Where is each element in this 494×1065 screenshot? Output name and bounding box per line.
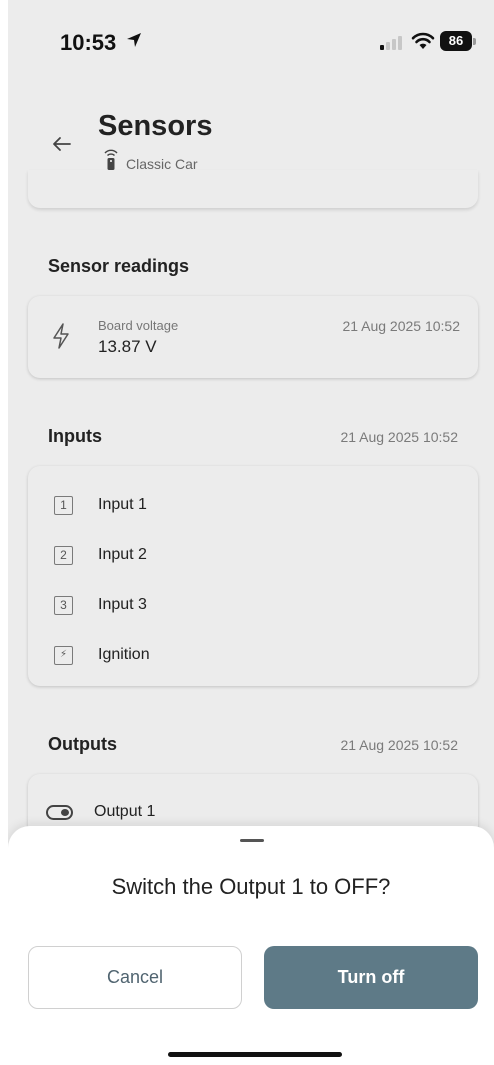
sensor-card: Board voltage 13.87 V 21 Aug 2025 10:52: [28, 296, 478, 378]
list-item: 3 Input 3: [28, 586, 478, 626]
inputs-card: 1 Input 1 2 Input 2 3 Input 3 ⚡ Ignition: [28, 466, 478, 686]
sheet-drag-handle[interactable]: [240, 839, 264, 842]
board-voltage-value: 13.87 V: [98, 337, 157, 356]
dialog-question: Switch the Output 1 to OFF?: [111, 874, 391, 899]
input-3-icon: 3: [54, 596, 73, 615]
battery-indicator: 86: [440, 31, 472, 51]
list-item: 2 Input 2: [28, 536, 478, 576]
list-item: 1 Input 1: [28, 486, 478, 526]
cancel-button[interactable]: Cancel: [28, 946, 242, 1009]
toggle-icon[interactable]: [46, 805, 73, 820]
app-screen: 10:53 86 Sensors Classic Car Sensor read…: [8, 0, 494, 1065]
input-label: Input 2: [98, 546, 147, 563]
back-arrow-icon[interactable]: [48, 130, 76, 158]
input-label: Input 1: [98, 496, 147, 513]
inputs-title: Inputs: [48, 426, 102, 446]
status-bar: 10:53 86: [8, 0, 494, 80]
output-1-label[interactable]: Output 1: [94, 803, 155, 821]
confirm-bottom-sheet: Switch the Output 1 to OFF? Cancel Turn …: [8, 826, 494, 1065]
location-arrow-icon: [127, 33, 141, 47]
board-voltage-timestamp: 21 Aug 2025 10:52: [342, 318, 460, 334]
outputs-title: Outputs: [48, 734, 117, 754]
sensor-readings-title: Sensor readings: [48, 256, 190, 276]
inputs-timestamp: 21 Aug 2025 10:52: [340, 429, 458, 445]
ignition-icon: ⚡: [54, 646, 73, 665]
previous-card: [28, 170, 478, 208]
board-voltage-label: Board voltage: [98, 318, 179, 333]
input-label: Input 3: [98, 596, 147, 613]
cellular-signal-icon: [380, 34, 402, 50]
home-indicator: [168, 1052, 342, 1057]
battery-tip: [473, 38, 476, 45]
list-item: ⚡ Ignition: [28, 636, 478, 676]
outputs-timestamp: 21 Aug 2025 10:52: [340, 737, 458, 753]
page-title: Sensors: [98, 110, 213, 142]
tracker-device-icon: [104, 149, 118, 170]
input-label: Ignition: [98, 646, 150, 663]
input-2-icon: 2: [54, 546, 73, 565]
turn-off-button[interactable]: Turn off: [264, 946, 478, 1009]
status-time: 10:53: [60, 30, 117, 55]
wifi-icon: [411, 32, 435, 49]
bolt-icon: [53, 323, 69, 349]
input-1-icon: 1: [54, 496, 73, 515]
